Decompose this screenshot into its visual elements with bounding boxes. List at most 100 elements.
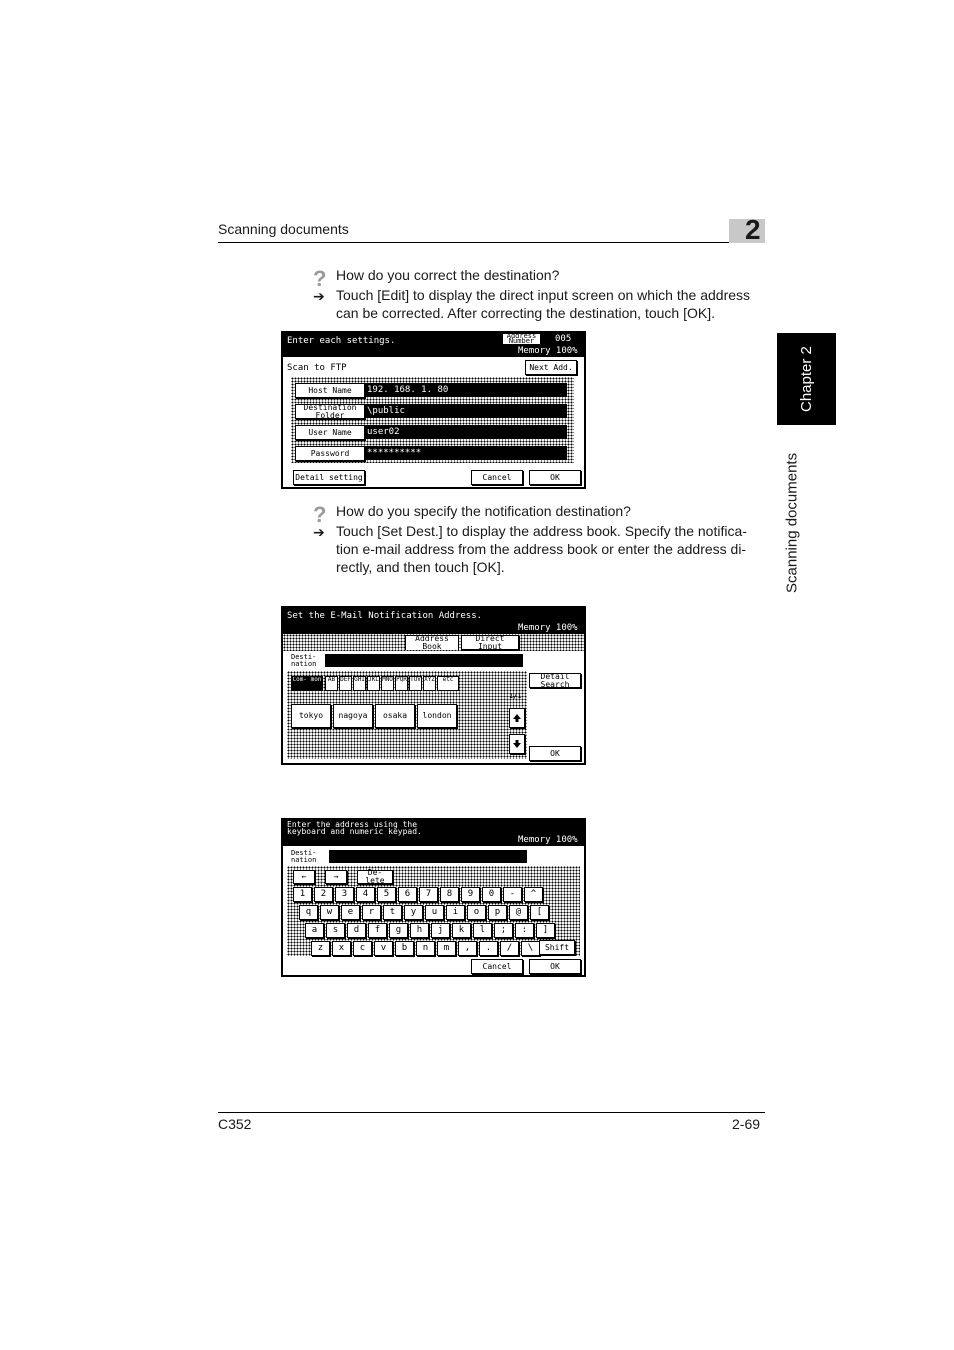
password-button[interactable]: Password	[295, 446, 365, 461]
address-entry[interactable]: osaka	[375, 704, 415, 728]
arrow-down-icon	[513, 740, 521, 748]
index-mno[interactable]: MNO	[381, 676, 394, 691]
keyboard-key[interactable]: 2	[314, 887, 333, 902]
destination-field[interactable]	[329, 850, 527, 863]
keyboard-key[interactable]: 1	[293, 887, 312, 902]
keyboard-key[interactable]: z	[311, 941, 330, 956]
keyboard-key[interactable]: @	[509, 905, 528, 920]
detail-search-button[interactable]: Detail Search	[529, 672, 581, 688]
user-name-field[interactable]: user02	[365, 425, 567, 439]
keyboard-key[interactable]: r	[362, 905, 381, 920]
keyboard-key[interactable]: m	[437, 941, 456, 956]
cancel-button[interactable]: Cancel	[471, 959, 523, 974]
keyboard-key[interactable]: l	[473, 923, 492, 938]
address-entry[interactable]: london	[417, 704, 457, 728]
keyboard-key[interactable]: d	[347, 923, 366, 938]
index-tuv[interactable]: TUV	[409, 676, 422, 691]
screen-title-bar: Enter each settings. Address Number 005 …	[283, 333, 584, 357]
destination-folder-field[interactable]: \public	[365, 404, 567, 418]
keyboard-key[interactable]: ^	[524, 887, 543, 902]
ok-button[interactable]: OK	[529, 746, 581, 761]
index-xyz[interactable]: XYZ	[423, 676, 436, 691]
keyboard-key[interactable]: a	[305, 923, 324, 938]
index-etc[interactable]: etc	[437, 676, 459, 691]
keyboard-key[interactable]: ;	[494, 923, 513, 938]
keyboard-key[interactable]: g	[389, 923, 408, 938]
destination-label: Desti- nation	[291, 653, 317, 668]
scroll-down-button[interactable]	[509, 734, 525, 754]
ok-button[interactable]: OK	[529, 470, 581, 485]
index-pqr[interactable]: PQR	[395, 676, 408, 691]
answer-2-line-2: tion e-mail address from the address boo…	[336, 541, 747, 557]
answer-1-line-1: Touch [Edit] to display the direct input…	[336, 287, 751, 303]
index-jkl[interactable]: JKL	[367, 676, 380, 691]
keyboard-key[interactable]: y	[404, 905, 423, 920]
keyboard-key[interactable]: /	[500, 941, 519, 956]
address-entry[interactable]: tokyo	[291, 704, 331, 728]
keyboard-key[interactable]: .	[479, 941, 498, 956]
keyboard-key[interactable]: 4	[356, 887, 375, 902]
keyboard-key[interactable]: w	[320, 905, 339, 920]
password-field[interactable]: **********	[365, 446, 567, 460]
keyboard-entry-screen: Enter the address using the keyboard and…	[281, 818, 586, 977]
keyboard-key[interactable]: ,	[458, 941, 477, 956]
cursor-left-button[interactable]: ←	[293, 870, 315, 884]
keyboard-key[interactable]: u	[425, 905, 444, 920]
question-2: How do you specify the notification dest…	[336, 503, 631, 519]
notification-address-screen: Set the E-Mail Notification Address. Mem…	[281, 606, 586, 765]
keyboard-key[interactable]: 7	[419, 887, 438, 902]
keyboard-key[interactable]: t	[383, 905, 402, 920]
detail-setting-button[interactable]: Detail setting	[293, 470, 365, 485]
shift-key[interactable]: Shift	[539, 940, 575, 955]
keyboard-key[interactable]: s	[326, 923, 345, 938]
keyboard-key[interactable]: 9	[461, 887, 480, 902]
user-name-button[interactable]: User Name	[295, 425, 365, 440]
keyboard-key[interactable]: 6	[398, 887, 417, 902]
delete-button[interactable]: De- lete	[357, 869, 393, 885]
cursor-right-button[interactable]: →	[325, 870, 347, 884]
destination-field[interactable]	[325, 654, 523, 667]
question-1: How do you correct the destination?	[336, 267, 560, 283]
keyboard-key[interactable]: h	[410, 923, 429, 938]
host-name-field[interactable]: 192. 168. 1. 80	[365, 383, 567, 397]
keyboard-key[interactable]: f	[368, 923, 387, 938]
index-def[interactable]: DEF	[339, 676, 352, 691]
mode-label: Scan to FTP	[287, 363, 347, 373]
keyboard-key[interactable]: v	[374, 941, 393, 956]
keyboard-key[interactable]: 8	[440, 887, 459, 902]
keyboard-key[interactable]: p	[488, 905, 507, 920]
keyboard-key[interactable]: b	[395, 941, 414, 956]
ok-button[interactable]: OK	[529, 959, 581, 974]
keyboard-key[interactable]: -	[503, 887, 522, 902]
address-entry[interactable]: nagoya	[333, 704, 373, 728]
keyboard-key[interactable]: 3	[335, 887, 354, 902]
scroll-up-button[interactable]	[509, 708, 525, 728]
keyboard-key[interactable]: x	[332, 941, 351, 956]
side-section-label: Scanning documents	[783, 452, 801, 593]
keyboard-key[interactable]: q	[299, 905, 318, 920]
index-ghi[interactable]: GHI	[353, 676, 366, 691]
keyboard-key[interactable]: e	[341, 905, 360, 920]
host-name-button[interactable]: Host Name	[295, 383, 365, 398]
keyboard-key[interactable]: \	[521, 941, 540, 956]
keyboard-key[interactable]: 0	[482, 887, 501, 902]
keyboard-key[interactable]: c	[353, 941, 372, 956]
screen-title-bar: Enter the address using the keyboard and…	[283, 820, 584, 846]
next-address-button[interactable]: Next Add.	[525, 360, 577, 375]
tab-direct-input[interactable]: Direct Input	[461, 634, 519, 650]
keyboard-key[interactable]: [	[530, 905, 549, 920]
arrow-up-icon	[513, 714, 521, 722]
keyboard-key[interactable]: 5	[377, 887, 396, 902]
keyboard-key[interactable]: ]	[536, 923, 555, 938]
index-common[interactable]: Com- mon	[291, 676, 323, 691]
index-ab[interactable]: AB	[325, 676, 338, 691]
destination-folder-button[interactable]: Destination Folder	[295, 403, 365, 419]
keyboard-key[interactable]: j	[431, 923, 450, 938]
tab-address-book[interactable]: Address Book	[405, 635, 459, 651]
keyboard-key[interactable]: o	[467, 905, 486, 920]
keyboard-key[interactable]: :	[515, 923, 534, 938]
keyboard-key[interactable]: n	[416, 941, 435, 956]
keyboard-key[interactable]: i	[446, 905, 465, 920]
keyboard-key[interactable]: k	[452, 923, 471, 938]
cancel-button[interactable]: Cancel	[471, 470, 523, 485]
